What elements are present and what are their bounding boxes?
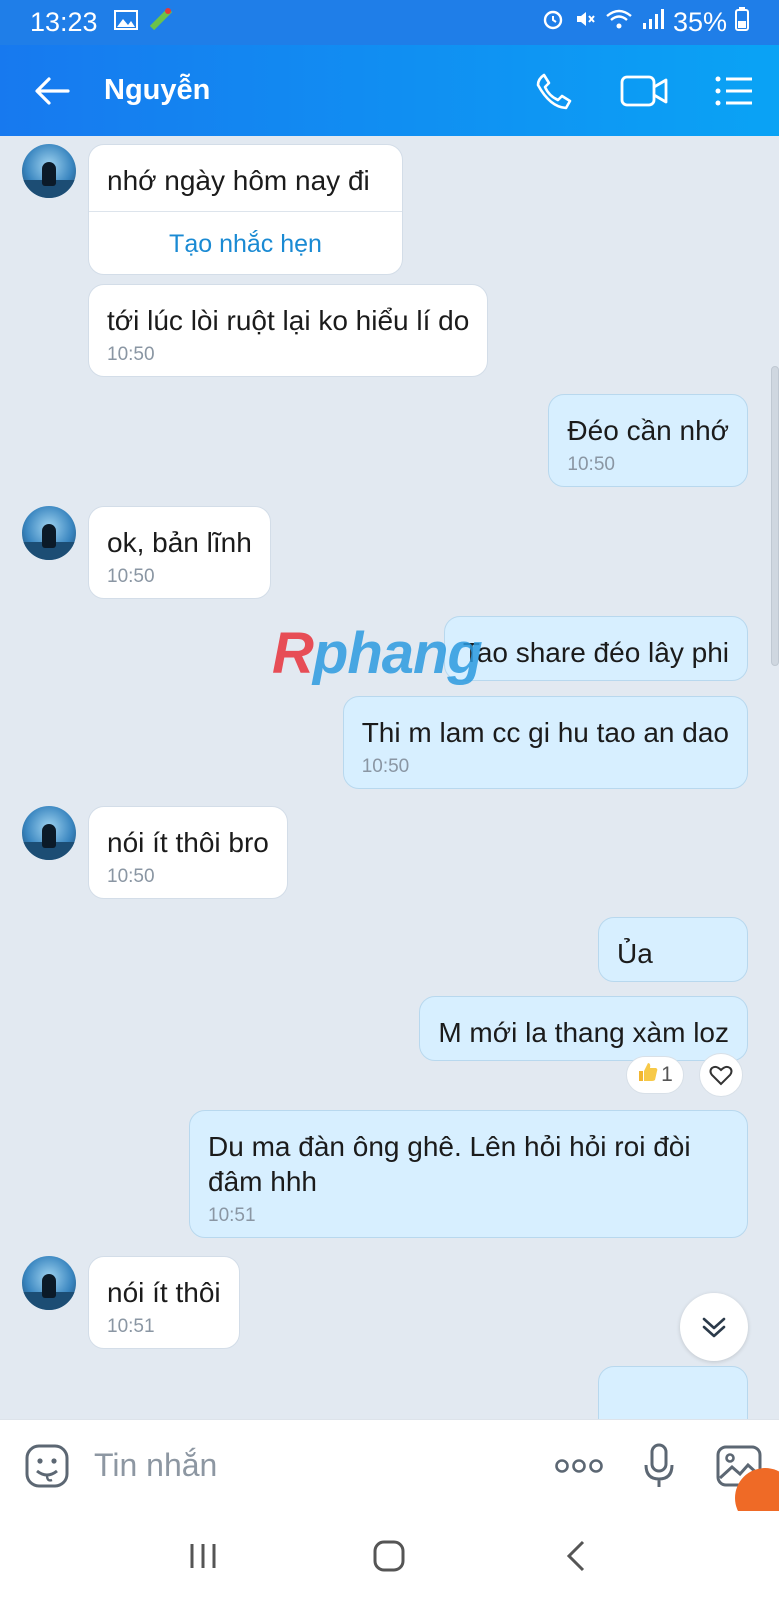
mute-icon [573, 7, 597, 38]
chat-header: Nguyễn [0, 45, 779, 136]
message-time: 10:50 [567, 454, 615, 475]
message-text: Tao share đéo lây phi [462, 637, 729, 668]
home-button[interactable] [349, 1526, 429, 1586]
menu-button[interactable] [689, 45, 779, 136]
list-menu-icon [715, 76, 752, 105]
message-time: 10:51 [107, 1316, 155, 1337]
message-text: Du ma đàn ông ghê. Lên hỏi hỏi roi đòi đ… [208, 1131, 691, 1197]
message-bubble-incoming[interactable]: ok, bản lĩnh 10:50 [88, 506, 271, 599]
message-bubble-incoming[interactable]: tới lúc lòi ruột lại ko hiểu lí do 10:50 [88, 284, 489, 377]
battery-percent: 35% [672, 7, 727, 37]
react-heart-button[interactable] [699, 1053, 743, 1097]
recent-apps-icon [190, 1543, 216, 1568]
chevron-left-icon [566, 1540, 584, 1571]
signal-icon [641, 7, 665, 38]
video-call-button[interactable] [599, 45, 689, 136]
double-chevron-down-icon [702, 1317, 726, 1338]
recent-apps-button[interactable] [163, 1526, 243, 1586]
message-bubble-outgoing[interactable]: Ủa [598, 917, 748, 982]
contact-avatar[interactable] [22, 806, 76, 860]
message-text: Thi m lam cc gi hu tao an dao [361, 717, 729, 748]
message-text: nhớ ngày hôm nay đi [107, 165, 370, 196]
scroll-to-bottom-button[interactable] [680, 1293, 748, 1361]
app-notification-icon [148, 6, 174, 39]
message-time: 10:51 [208, 1205, 256, 1226]
status-time: 13:23 [30, 7, 98, 37]
emoji-icon [25, 1444, 69, 1487]
more-button[interactable] [539, 1420, 619, 1512]
scrollbar[interactable] [771, 366, 779, 666]
message-list[interactable]: nhớ ngày hôm nay đi Tạo nhắc hẹn tới lúc… [0, 136, 779, 1419]
alarm-icon [541, 7, 565, 38]
message-text: nói ít thôi [107, 1277, 221, 1308]
system-nav-bar [0, 1511, 779, 1600]
message-time: 10:50 [107, 566, 155, 587]
microphone-icon [644, 1443, 674, 1487]
message-text: Đéo cần nhớ [567, 415, 729, 446]
thumbs-up-icon [637, 1061, 659, 1089]
message-bubble-incoming[interactable]: nói ít thôi bro 10:50 [88, 806, 288, 899]
message-time: 10:50 [107, 344, 155, 365]
heart-icon [709, 1065, 733, 1086]
back-nav-button[interactable] [536, 1526, 616, 1586]
call-button[interactable] [509, 45, 599, 136]
contact-name[interactable]: Nguyễn [104, 74, 210, 107]
composer-bar: Tin nhắn [0, 1419, 779, 1511]
phone-icon [536, 73, 572, 109]
message-time: 10:50 [107, 866, 155, 887]
message-bubble-outgoing-partial[interactable] [598, 1366, 748, 1419]
back-button[interactable] [0, 45, 104, 136]
message-time: 10:50 [361, 756, 410, 777]
message-text: M mới la thang xàm loz [438, 1017, 729, 1048]
message-bubble-incoming[interactable]: nhớ ngày hôm nay đi Tạo nhắc hẹn [88, 144, 403, 275]
contact-avatar[interactable] [22, 1256, 76, 1310]
message-text: ok, bản lĩnh [107, 527, 252, 558]
more-dots-icon [555, 1458, 603, 1473]
contact-avatar[interactable] [22, 506, 76, 560]
message-text: Ủa [617, 938, 653, 969]
emoji-button[interactable] [0, 1420, 94, 1512]
reaction-badge[interactable]: 1 [626, 1056, 684, 1094]
message-bubble-outgoing[interactable]: Tao share đéo lây phi [443, 616, 748, 681]
create-reminder-link[interactable]: Tạo nhắc hẹn [89, 212, 402, 274]
voice-button[interactable] [619, 1420, 699, 1512]
message-input[interactable]: Tin nhắn [94, 1447, 539, 1484]
reaction-count: 1 [661, 1063, 673, 1086]
message-bubble-outgoing[interactable]: M mới la thang xàm loz [419, 996, 748, 1061]
message-bubble-outgoing[interactable]: Đéo cần nhớ 10:50 [548, 394, 748, 487]
watermark-logo: Rphang [272, 621, 483, 686]
message-bubble-incoming[interactable]: nói ít thôi 10:51 [88, 1256, 240, 1349]
arrow-left-icon [35, 76, 70, 105]
message-bubble-outgoing[interactable]: Thi m lam cc gi hu tao an dao 10:50 [342, 696, 748, 789]
status-bar: 13:23 35% [0, 0, 779, 45]
battery-icon [735, 7, 749, 38]
contact-avatar[interactable] [22, 144, 76, 198]
message-bubble-outgoing[interactable]: Du ma đàn ông ghê. Lên hỏi hỏi roi đòi đ… [189, 1110, 748, 1238]
video-camera-icon [620, 75, 668, 106]
home-icon [373, 1540, 405, 1571]
wifi-icon [605, 7, 633, 38]
gallery-notification-icon [113, 7, 138, 38]
message-text: tới lúc lòi ruột lại ko hiểu lí do [107, 305, 470, 336]
message-text: nói ít thôi bro [107, 827, 269, 858]
